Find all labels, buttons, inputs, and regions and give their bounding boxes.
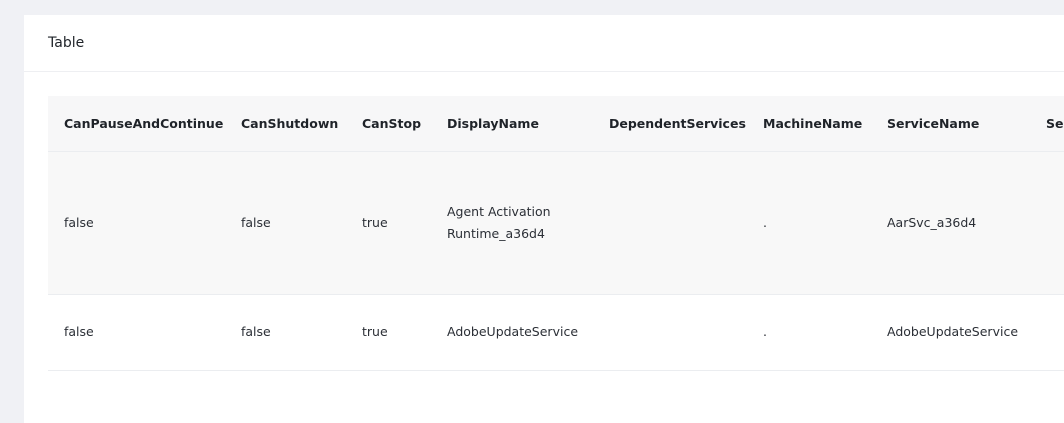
cell-servicename: AdobeUpdateService [871,294,1030,371]
cell-truncated [1030,151,1064,295]
cell-displayname: AdobeUpdateService [431,294,593,371]
column-header-canshutdown[interactable]: CanShutdown [225,96,346,152]
table-card: Table CanPauseAndContinue CanShutdown Ca… [24,15,1064,423]
table-row[interactable]: false false true Agent Activation Runtim… [48,151,1064,295]
column-header-servicename[interactable]: ServiceName [871,96,1030,152]
column-header-canpauseandcontinue[interactable]: CanPauseAndContinue [48,96,225,152]
column-header-machinename[interactable]: MachineName [747,96,871,152]
table-container[interactable]: CanPauseAndContinue CanShutdown CanStop … [48,96,1064,371]
cell-canshutdown: false [225,294,346,371]
column-header-canstop[interactable]: CanStop [346,96,431,152]
column-header-dependentservices[interactable]: DependentServices [593,96,747,152]
card-title: Table [48,35,85,51]
column-header-displayname[interactable]: DisplayName [431,96,593,152]
cell-servicename: AarSvc_a36d4 [871,151,1030,295]
table-row[interactable]: false false true AdobeUpdateService . Ad… [48,294,1064,371]
column-header-truncated[interactable]: Se [1030,96,1064,152]
card-header: Table [24,15,1064,72]
cell-truncated [1030,294,1064,371]
cell-machinename: . [747,294,871,371]
services-table: CanPauseAndContinue CanShutdown CanStop … [48,96,1064,371]
cell-dependentservices [593,151,747,295]
cell-canstop: true [346,294,431,371]
cell-canpauseandcontinue: false [48,151,225,295]
cell-canshutdown: false [225,151,346,295]
cell-canpauseandcontinue: false [48,294,225,371]
table-header-row: CanPauseAndContinue CanShutdown CanStop … [48,96,1064,152]
cell-dependentservices [593,294,747,371]
cell-machinename: . [747,151,871,295]
cell-displayname: Agent Activation Runtime_a36d4 [431,151,593,295]
cell-canstop: true [346,151,431,295]
